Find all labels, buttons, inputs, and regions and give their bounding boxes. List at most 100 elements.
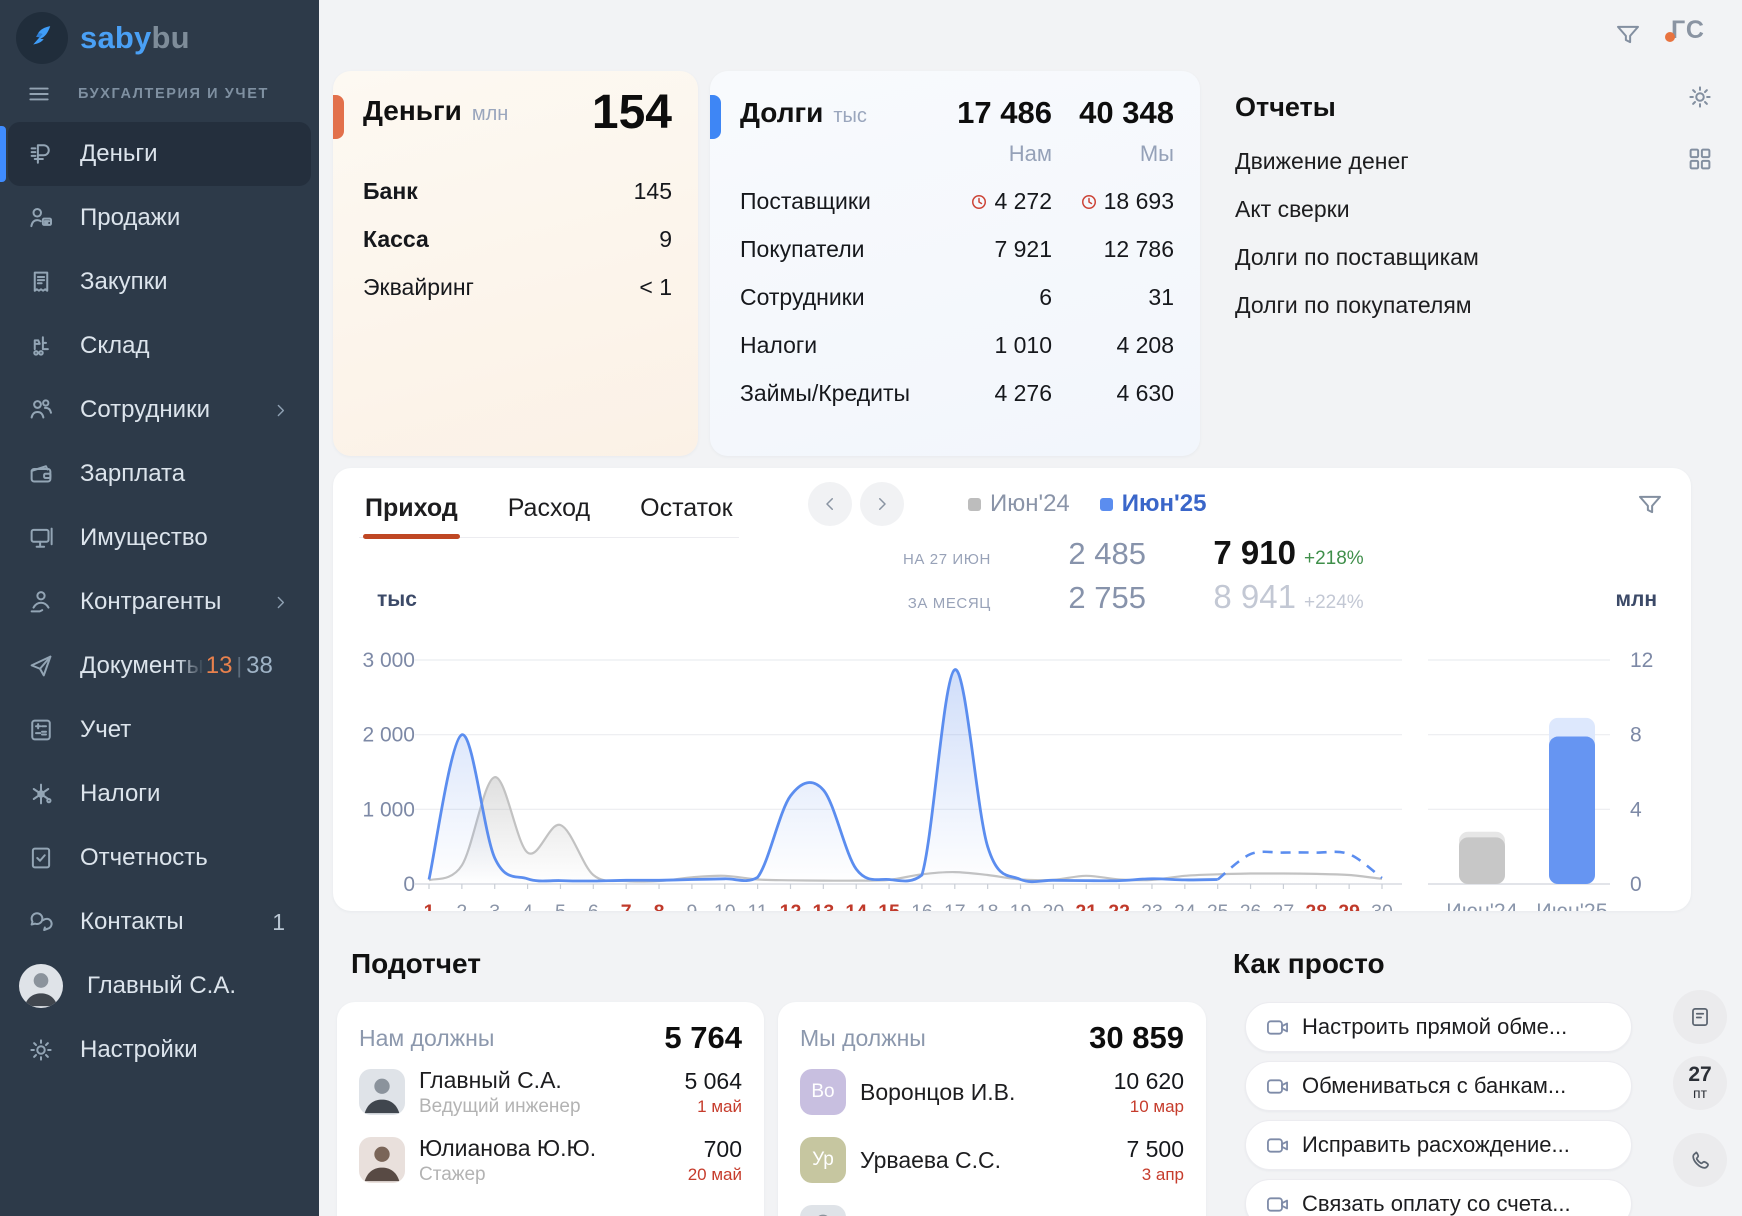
svg-text:7: 7 [621, 901, 632, 911]
debts-card[interactable]: Долгитыс 17 486 40 348 Нам Мы Поставщики… [710, 71, 1200, 456]
pod-person-name: Главный С.А. [419, 1067, 581, 1094]
money-row[interactable]: Банк145 [363, 167, 672, 215]
tab-расход[interactable]: Расход [506, 486, 592, 537]
tab-приход[interactable]: Приход [363, 486, 460, 537]
money-card-title: Деньги [363, 95, 462, 126]
debts-row-label: Покупатели [740, 225, 934, 273]
svg-text:23: 23 [1141, 901, 1163, 911]
pod-row[interactable]: Алексеев И.И.4 000 [800, 1194, 1184, 1216]
svg-text:13: 13 [812, 901, 834, 911]
sidebar-item-label: Зарплата [80, 460, 185, 488]
reports-title: Отчеты [1235, 92, 1479, 123]
howto-button[interactable]: Настроить прямой обме... [1245, 1002, 1632, 1052]
apps-grid-icon[interactable] [1685, 144, 1715, 179]
calendar-date-chip[interactable]: 27 пт [1673, 1056, 1727, 1110]
sidebar-item-label: Склад [80, 332, 149, 360]
owed-to-us-card[interactable]: Нам должны5 764 Главный С.А.Ведущий инжен… [337, 1002, 764, 1216]
sidebar-item-label: Документы [80, 652, 204, 680]
video-icon [1264, 1191, 1291, 1216]
video-icon [1264, 1073, 1291, 1100]
menu-icon[interactable] [26, 81, 52, 107]
pod-amount-block: 7 5003 апр [1126, 1136, 1184, 1185]
debts-value-to-us: 4 276 [934, 369, 1052, 417]
debts-value-we-owe: 18 693 [1052, 177, 1174, 225]
workspace-switcher[interactable]: ГС [1671, 16, 1705, 45]
saby-logo-icon[interactable] [16, 12, 68, 64]
chart-filter-icon[interactable] [1635, 490, 1665, 525]
sidebar-item-отчетность[interactable]: Отчетность [8, 826, 311, 890]
sidebar-item-имущество[interactable]: Имущество [8, 506, 311, 570]
logo-text-secondary: bu [151, 20, 189, 55]
chart-prev-button[interactable] [808, 482, 852, 526]
legend-item[interactable]: Июн'25 [1100, 490, 1207, 518]
sidebar-item-закупки[interactable]: Закупки [8, 250, 311, 314]
filter-icon[interactable] [1613, 20, 1643, 55]
pod-person: Воронцов И.В. [860, 1079, 1015, 1106]
sidebar-item-налоги[interactable]: Налоги [8, 762, 311, 826]
contacts-icon [26, 907, 56, 937]
main-area: ГС Деньгимлн 154 Банк145Касса9Эквайринг<… [319, 0, 1742, 1216]
pod-card-total: 30 859 [1089, 1020, 1184, 1056]
pod-person: Главный С.А.Ведущий инженер [419, 1067, 581, 1118]
pod-row[interactable]: ВоВоронцов И.В.10 62010 мар [800, 1058, 1184, 1126]
report-link[interactable]: Акт сверки [1235, 185, 1479, 233]
pod-amount: 5 064 [684, 1068, 742, 1095]
pod-row[interactable]: УрУрваева С.С.7 5003 апр [800, 1126, 1184, 1194]
note-icon[interactable] [1673, 990, 1727, 1044]
sidebar-item-сотрудники[interactable]: Сотрудники [8, 378, 311, 442]
reports-block: Отчеты Движение денегАкт сверкиДолги по … [1235, 92, 1479, 329]
gear-icon[interactable] [1685, 82, 1715, 117]
svg-text:6: 6 [588, 901, 599, 911]
sidebar-item-главный-с-а-[interactable]: Главный С.А. [8, 954, 311, 1018]
money-card-unit: млн [472, 103, 508, 125]
pod-row[interactable]: Главный С.А.Ведущий инженер5 0641 май [359, 1058, 742, 1126]
pod-amount: 10 620 [1114, 1068, 1184, 1095]
pod-person-role: Ведущий инженер [419, 1096, 581, 1118]
we-owe-card[interactable]: Мы должны30 859ВоВоронцов И.В.10 62010 м… [778, 1002, 1206, 1216]
sidebar-item-настройки[interactable]: Настройки [8, 1018, 311, 1082]
debts-row-label: Поставщики [740, 177, 934, 225]
report-link[interactable]: Движение денег [1235, 137, 1479, 185]
chart-next-button[interactable] [860, 482, 904, 526]
sidebar-item-зарплата[interactable]: Зарплата [8, 442, 311, 506]
howto-button[interactable]: Обмениваться с банкам... [1245, 1061, 1632, 1111]
report-link[interactable]: Долги по покупателям [1235, 281, 1479, 329]
phone-icon[interactable] [1673, 1133, 1727, 1187]
logo-text-primary: saby [80, 20, 151, 55]
daily-line-chart[interactable]: 3 0002 0001 0000123456789101112131415161… [357, 608, 1412, 911]
howto-button[interactable]: Связать оплату со счета... [1245, 1179, 1632, 1216]
sidebar-item-склад[interactable]: Склад [8, 314, 311, 378]
calendar-weekday: пт [1693, 1085, 1707, 1102]
tab-остаток[interactable]: Остаток [638, 486, 734, 537]
overdue-clock-icon [1079, 191, 1099, 211]
money-row[interactable]: Касса9 [363, 215, 672, 263]
svg-text:3: 3 [489, 901, 500, 911]
chart-tabs: Приход Расход Остаток [359, 486, 739, 538]
pod-card-header: Нам должны5 764 [359, 1018, 742, 1058]
debts-card-title: Долги [740, 97, 823, 128]
sidebar-item-деньги[interactable]: Деньги [8, 122, 311, 186]
pod-card-title: Мы должны [800, 1025, 926, 1052]
svg-text:17: 17 [944, 901, 966, 911]
pod-row[interactable]: Юлианова Ю.Ю.Стажер70020 май [359, 1126, 742, 1194]
property-icon [26, 523, 56, 553]
report-link[interactable]: Долги по поставщикам [1235, 233, 1479, 281]
logo-row: sabybu [0, 0, 319, 66]
month-bar-chart[interactable]: 12840Июн'24Июн'25 [1424, 608, 1672, 911]
sidebar-item-контрагенты[interactable]: Контрагенты [8, 570, 311, 634]
sidebar-item-учет[interactable]: Учет [8, 698, 311, 762]
money-card[interactable]: Деньгимлн 154 Банк145Касса9Эквайринг< 1 [333, 71, 698, 456]
svg-text:29: 29 [1338, 901, 1360, 911]
sidebar-item-label: Налоги [80, 780, 160, 808]
sidebar-item-документы[interactable]: Документы13|38 [8, 634, 311, 698]
svg-text:Июн'25: Июн'25 [1536, 899, 1608, 911]
howto-button[interactable]: Исправить расхождение... [1245, 1120, 1632, 1170]
legend-item[interactable]: Июн'24 [968, 490, 1070, 518]
sidebar-item-контакты[interactable]: Контакты1 [8, 890, 311, 954]
svg-text:24: 24 [1174, 901, 1196, 911]
money-row[interactable]: Эквайринг< 1 [363, 263, 672, 311]
legend-swatch [968, 498, 981, 511]
sidebar-item-продажи[interactable]: Продажи [8, 186, 311, 250]
photo-avatar [800, 1205, 846, 1216]
workspace-initials: ГС [1671, 16, 1705, 44]
